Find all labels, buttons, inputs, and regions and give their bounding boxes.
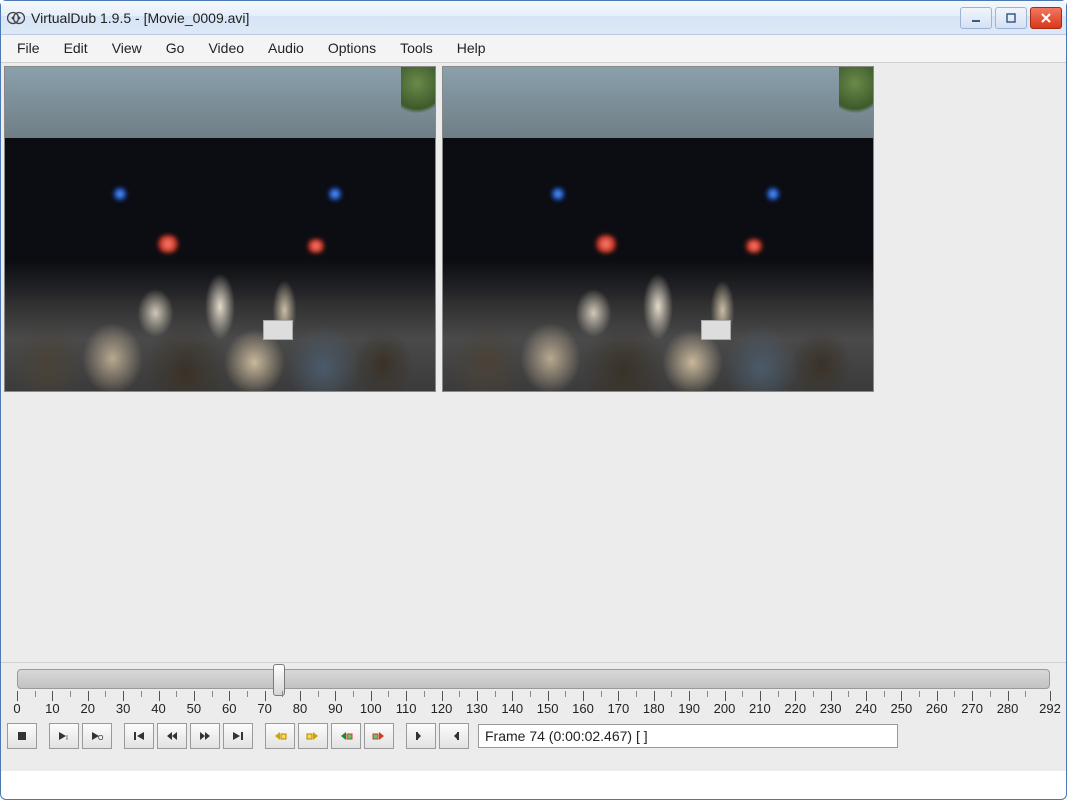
- tick-label: 50: [187, 701, 201, 716]
- mark-in-button[interactable]: [406, 723, 436, 749]
- tick-label: 150: [537, 701, 559, 716]
- next-scene-button[interactable]: [364, 723, 394, 749]
- menu-options[interactable]: Options: [316, 35, 388, 62]
- tick-label: 90: [328, 701, 342, 716]
- step-forward-button[interactable]: [190, 723, 220, 749]
- menu-go[interactable]: Go: [154, 35, 197, 62]
- menu-audio[interactable]: Audio: [256, 35, 316, 62]
- transport-toolbar: I O Frame 74 (0:00:02.467) [ ]: [1, 719, 1066, 753]
- tick-label: 70: [257, 701, 271, 716]
- tick-label: 200: [714, 701, 736, 716]
- tick-label: 230: [820, 701, 842, 716]
- tick-label: 270: [961, 701, 983, 716]
- tick-label: 100: [360, 701, 382, 716]
- tick-label: 180: [643, 701, 665, 716]
- app-icon: [7, 9, 25, 27]
- go-start-button[interactable]: [124, 723, 154, 749]
- preview-area: [1, 63, 1066, 663]
- next-keyframe-button[interactable]: [298, 723, 328, 749]
- statusbar-spacer: [1, 753, 1066, 771]
- minimize-button[interactable]: [960, 7, 992, 29]
- tick-label: 280: [997, 701, 1019, 716]
- tick-label: 140: [501, 701, 523, 716]
- go-end-button[interactable]: [223, 723, 253, 749]
- maximize-button[interactable]: [995, 7, 1027, 29]
- window-title: VirtualDub 1.9.5 - [Movie_0009.avi]: [31, 10, 960, 26]
- tick-label: 220: [784, 701, 806, 716]
- frame-status: Frame 74 (0:00:02.467) [ ]: [478, 724, 898, 748]
- menu-help[interactable]: Help: [445, 35, 498, 62]
- input-preview[interactable]: [4, 66, 436, 392]
- mark-out-button[interactable]: [439, 723, 469, 749]
- play-input-button[interactable]: I: [49, 723, 79, 749]
- tick-label: 160: [572, 701, 594, 716]
- titlebar: VirtualDub 1.9.5 - [Movie_0009.avi]: [1, 1, 1066, 35]
- step-back-button[interactable]: [157, 723, 187, 749]
- tick-label: 210: [749, 701, 771, 716]
- tick-label: 30: [116, 701, 130, 716]
- output-preview[interactable]: [442, 66, 874, 392]
- menu-video[interactable]: Video: [196, 35, 256, 62]
- tick-label: 40: [151, 701, 165, 716]
- tick-label: 60: [222, 701, 236, 716]
- tick-label: 80: [293, 701, 307, 716]
- prev-scene-button[interactable]: [331, 723, 361, 749]
- tick-label: 292: [1039, 701, 1061, 716]
- timeline: 0 10 20 30 40 50 60 70 80 90 100 110 120 130 140 150 160…: [1, 663, 1066, 719]
- svg-text:O: O: [98, 735, 104, 742]
- menu-file[interactable]: File: [5, 35, 52, 62]
- tick-label: 0: [13, 701, 20, 716]
- tick-label: 170: [608, 701, 630, 716]
- menu-edit[interactable]: Edit: [52, 35, 100, 62]
- tick-label: 190: [678, 701, 700, 716]
- prev-keyframe-button[interactable]: [265, 723, 295, 749]
- menu-tools[interactable]: Tools: [388, 35, 445, 62]
- window-controls: [960, 7, 1062, 29]
- tick-label: 20: [81, 701, 95, 716]
- menubar: File Edit View Go Video Audio Options To…: [1, 35, 1066, 63]
- tick-label: 130: [466, 701, 488, 716]
- tick-label: 10: [45, 701, 59, 716]
- tick-label: 260: [926, 701, 948, 716]
- close-button[interactable]: [1030, 7, 1062, 29]
- stop-button[interactable]: [7, 723, 37, 749]
- menu-view[interactable]: View: [100, 35, 154, 62]
- timeline-ruler: 0102030405060708090100110120130140150160…: [17, 691, 1050, 719]
- play-output-button[interactable]: O: [82, 723, 112, 749]
- tick-label: 110: [396, 701, 417, 716]
- tick-label: 250: [891, 701, 913, 716]
- tick-label: 120: [431, 701, 453, 716]
- tick-label: 240: [855, 701, 877, 716]
- svg-text:I: I: [66, 735, 68, 742]
- timeline-track[interactable]: [17, 669, 1050, 689]
